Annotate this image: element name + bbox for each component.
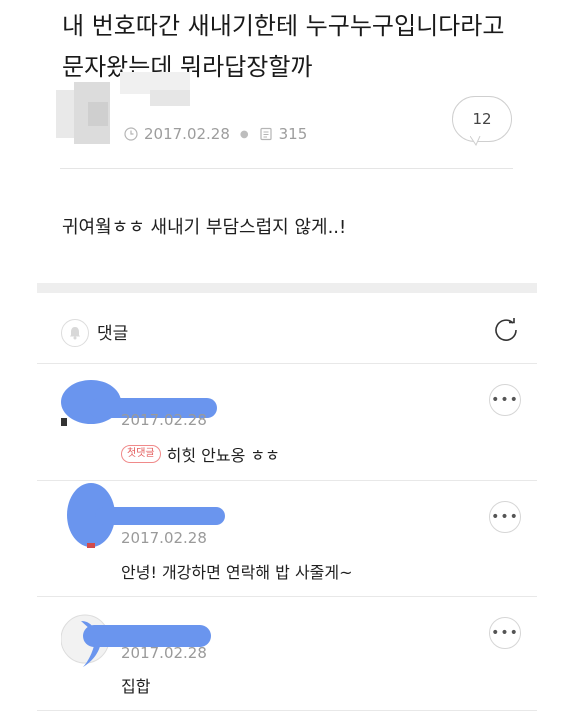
- bubble-tail: [470, 136, 481, 146]
- author-name-redacted: [120, 72, 192, 112]
- more-icon: •••: [491, 392, 519, 408]
- comments-label: 댓글: [97, 324, 129, 344]
- comment-item: 2017.02.28 첫댓글 히힛 안뇨옹 ㅎㅎ •••: [37, 364, 537, 480]
- comment-count-bubble[interactable]: 12: [452, 96, 512, 142]
- more-button[interactable]: •••: [489, 617, 521, 649]
- divider: [60, 168, 513, 169]
- document-icon: [260, 127, 272, 141]
- bell-icon[interactable]: [61, 319, 89, 347]
- comment-text-row: 안녕! 개강하면 연락해 밥 사줄게~: [121, 559, 353, 583]
- comment-text: 안녕! 개강하면 연락해 밥 사줄게~: [121, 563, 353, 582]
- more-button[interactable]: •••: [489, 384, 521, 416]
- clock-icon: [124, 127, 138, 141]
- comment-item: 2017.02.28 집합 •••: [37, 597, 537, 709]
- comment-text-row: 집합: [121, 673, 150, 697]
- view-count: 315: [278, 125, 308, 143]
- comment-date: 2017.02.28: [121, 644, 207, 662]
- comment-text-row: 첫댓글 히힛 안뇨옹 ㅎㅎ: [121, 442, 280, 466]
- author-avatar[interactable]: [56, 82, 114, 144]
- post-body: 귀여웤ㅎㅎ 새내기 부담스럽지 않게..!: [62, 217, 347, 238]
- comment-date: 2017.02.28: [121, 411, 207, 429]
- comment-text: 집합: [121, 677, 151, 696]
- divider: [37, 710, 537, 711]
- comment-count: 12: [472, 110, 492, 128]
- more-icon: •••: [491, 509, 519, 525]
- post-date: 2017.02.28: [144, 125, 230, 143]
- comment-text: 히힛 안뇨옹 ㅎㅎ: [166, 446, 280, 465]
- refresh-icon[interactable]: [492, 316, 520, 344]
- comments-header: 댓글: [37, 300, 537, 362]
- comment-date: 2017.02.28: [121, 529, 207, 547]
- section-separator: [37, 283, 537, 293]
- comment-item: 2017.02.28 안녕! 개강하면 연락해 밥 사줄게~ •••: [37, 481, 537, 596]
- more-icon: •••: [491, 625, 519, 641]
- first-comment-badge: 첫댓글: [121, 445, 161, 463]
- more-button[interactable]: •••: [489, 501, 521, 533]
- meta-separator: ●: [239, 128, 249, 140]
- post-meta: 2017.02.28 ● 315: [124, 125, 307, 143]
